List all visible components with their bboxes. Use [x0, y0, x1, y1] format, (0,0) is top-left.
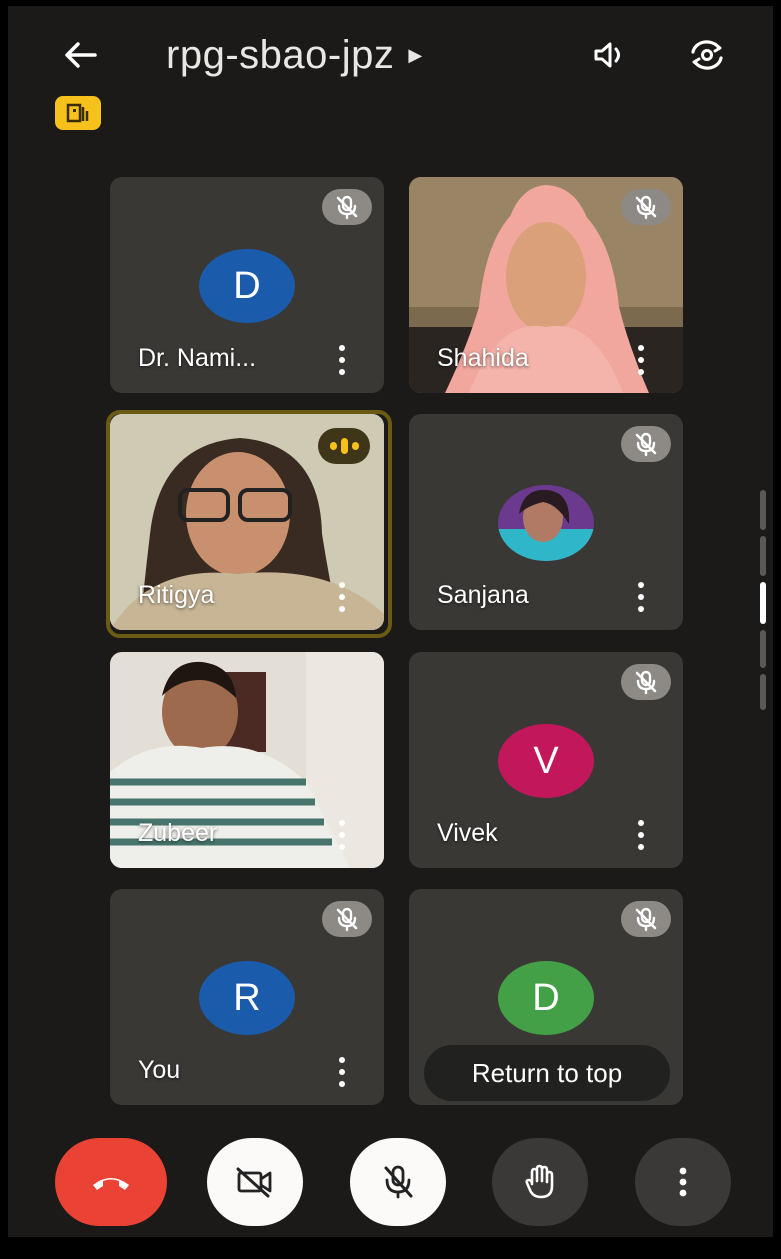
avatar: D — [199, 249, 295, 323]
bezel — [0, 0, 8, 1259]
raise-hand-button[interactable] — [492, 1138, 588, 1226]
avatar — [498, 485, 594, 561]
mic-off-indicator — [621, 664, 671, 700]
mic-off-icon — [635, 907, 657, 932]
mic-off-icon — [336, 195, 358, 220]
back-button[interactable] — [55, 30, 105, 80]
participant-tile[interactable]: D Dr. Nami... — [110, 177, 384, 393]
participant-name: Shahida — [437, 344, 529, 372]
more-options-button[interactable] — [635, 1138, 731, 1226]
participant-name: Dr. Nami... — [138, 344, 257, 372]
participant-tile[interactable]: Zubeer — [110, 652, 384, 868]
scrollbar[interactable] — [760, 490, 766, 710]
avatar: D — [498, 961, 594, 1035]
meeting-code-label: rpg-sbao-jpz — [166, 32, 395, 77]
participant-name: Zubeer — [138, 819, 218, 847]
participant-name: Sanjana — [437, 581, 529, 609]
raise-hand-icon — [525, 1164, 554, 1199]
more-vert-icon[interactable] — [633, 582, 649, 612]
return-to-top-button[interactable]: Return to top — [424, 1045, 670, 1101]
meeting-title[interactable]: rpg-sbao-jpz ▶ — [166, 30, 423, 80]
more-vert-icon[interactable] — [334, 820, 350, 850]
switch-camera-icon — [691, 40, 723, 70]
participant-name: You — [138, 1056, 181, 1084]
mic-off-icon — [384, 1165, 413, 1199]
end-call-button[interactable] — [55, 1138, 167, 1226]
avatar: V — [498, 724, 594, 798]
camera-off-icon — [236, 1167, 272, 1198]
mic-off-icon — [635, 195, 657, 220]
bezel — [0, 0, 781, 6]
mic-off-indicator — [621, 426, 671, 462]
mic-off-icon — [336, 907, 358, 932]
participant-tile-self[interactable]: R You — [110, 889, 384, 1105]
mic-off-indicator — [322, 189, 372, 225]
chevron-right-icon: ▶ — [408, 44, 423, 65]
more-vert-icon[interactable] — [334, 345, 350, 375]
mic-off-indicator — [621, 189, 671, 225]
back-arrow-icon — [65, 42, 97, 68]
meeting-info-badge[interactable] — [55, 96, 101, 130]
camera-toggle-button[interactable] — [207, 1138, 303, 1226]
meeting-info-icon — [66, 103, 89, 123]
mic-off-icon — [635, 432, 657, 457]
mic-off-indicator — [621, 901, 671, 937]
speaker-icon — [594, 42, 620, 68]
participant-tile[interactable]: Sanjana — [409, 414, 683, 630]
bezel — [773, 0, 781, 1259]
participant-tile[interactable]: V Vivek — [409, 652, 683, 868]
meet-call-screen: rpg-sbao-jpz ▶ D Dr. Nami... Shahida Rit… — [0, 0, 781, 1259]
participant-tile[interactable]: Shahida — [409, 177, 683, 393]
more-vert-icon[interactable] — [334, 1057, 350, 1087]
active-speaker-border — [106, 410, 392, 638]
switch-camera-button[interactable] — [682, 30, 732, 80]
mic-toggle-button[interactable] — [350, 1138, 446, 1226]
avatar: R — [199, 961, 295, 1035]
more-vert-icon[interactable] — [633, 345, 649, 375]
mic-off-indicator — [322, 901, 372, 937]
end-call-icon — [93, 1178, 129, 1190]
more-vert-icon[interactable] — [633, 820, 649, 850]
participant-name: Vivek — [437, 819, 498, 847]
bezel — [0, 1237, 781, 1259]
audio-output-button[interactable] — [585, 30, 635, 80]
mic-off-icon — [635, 670, 657, 695]
more-options-icon — [679, 1167, 687, 1197]
